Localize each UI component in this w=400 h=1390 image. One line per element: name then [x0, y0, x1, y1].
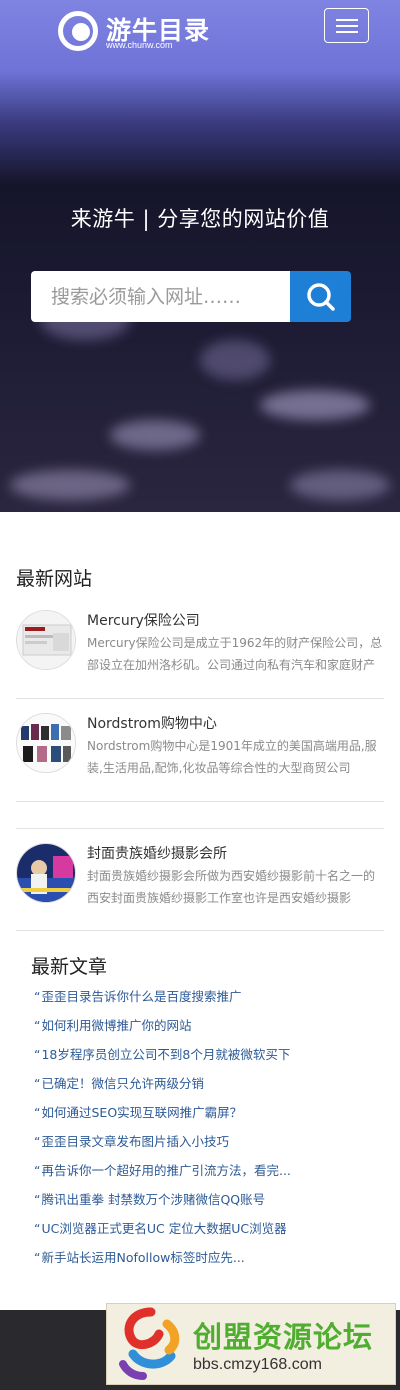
site-item[interactable]: Mercury保险公司 Mercury保险公司是成立于1962年的财产保险公司，…	[16, 610, 384, 680]
article-link[interactable]: 歪歪目录文章发布图片插入小技巧	[34, 1131, 374, 1160]
hamburger-icon-bar	[336, 19, 358, 21]
hamburger-icon-bar	[336, 31, 358, 33]
hero-glow	[110, 420, 200, 450]
divider	[16, 828, 384, 829]
hero-glow	[290, 470, 390, 500]
article-link[interactable]: 如何通过SEO实现互联网推广霸屏？	[34, 1102, 374, 1131]
search-button[interactable]	[290, 271, 351, 322]
site-thumbnail	[16, 713, 76, 773]
site-name[interactable]: Nordstrom购物中心	[87, 713, 217, 733]
article-link[interactable]: 18岁程序员创立公司不到8个月就被微软买下	[34, 1044, 374, 1073]
site-logo[interactable]: 游牛目录 www.chunw.com	[58, 9, 209, 53]
watermark-text: 创盟资源论坛	[193, 1320, 374, 1354]
hero-banner: 游牛目录 www.chunw.com 来游牛 | 分享您的网站价值	[0, 0, 400, 512]
watermark-banner: 创盟资源论坛 bbs.cmzy168.com	[106, 1303, 396, 1385]
site-item[interactable]: 封面贵族婚纱摄影会所 封面贵族婚纱摄影会所做为西安婚纱摄影前十名之一的西安封面贵…	[16, 843, 384, 913]
hero-glow	[200, 340, 270, 380]
hero-glow	[260, 390, 370, 420]
article-link[interactable]: 已确定！微信只允许两级分销	[34, 1073, 374, 1102]
search-icon	[307, 283, 335, 311]
site-thumbnail	[16, 610, 76, 670]
menu-button[interactable]	[324, 8, 369, 43]
logo-icon	[58, 11, 98, 51]
site-item[interactable]: Nordstrom购物中心 Nordstrom购物中心是1901年成立的美国高端…	[16, 713, 384, 783]
articles-title: 最新文章	[31, 956, 108, 978]
site-description: Nordstrom购物中心是1901年成立的美国高端用品,服装,生活用品,配饰,…	[87, 739, 377, 775]
divider	[16, 698, 384, 699]
search-bar	[31, 271, 351, 322]
search-input[interactable]	[31, 271, 290, 322]
watermark-url: bbs.cmzy168.com	[193, 1356, 322, 1373]
site-thumbnail	[16, 843, 76, 903]
article-link[interactable]: 歪歪目录告诉你什么是百度搜索推广	[34, 986, 374, 1015]
watermark-logo-icon	[119, 1307, 180, 1380]
article-link[interactable]: 腾讯出重拳 封禁数万个涉赌微信QQ账号	[34, 1189, 374, 1218]
article-list: 歪歪目录告诉你什么是百度搜索推广 如何利用微博推广你的网站 18岁程序员创立公司…	[34, 986, 374, 1276]
article-link[interactable]: 再告诉你一个超好用的推广引流方法，看完...	[34, 1160, 374, 1189]
site-description: 封面贵族婚纱摄影会所做为西安婚纱摄影前十名之一的西安封面贵族婚纱摄影工作室也许是…	[87, 869, 376, 905]
divider	[16, 801, 384, 802]
divider	[16, 930, 384, 931]
new-sites-title: 最新网站	[16, 568, 93, 590]
logo-subtext: www.chunw.com	[106, 40, 173, 50]
site-name[interactable]: 封面贵族婚纱摄影会所	[87, 843, 227, 863]
hero-tagline: 来游牛 | 分享您的网站价值	[70, 207, 330, 231]
site-name[interactable]: Mercury保险公司	[87, 610, 200, 630]
article-link[interactable]: 如何利用微博推广你的网站	[34, 1015, 374, 1044]
article-link[interactable]: 新手站长运用Nofollow标签时应先...	[34, 1247, 374, 1276]
site-description: Mercury保险公司是成立于1962年的财产保险公司，总部设立在加州洛杉矶。公…	[87, 636, 383, 672]
hamburger-icon-bar	[336, 25, 358, 27]
hero-glow	[10, 470, 130, 500]
article-link[interactable]: UC浏览器正式更名UC 定位大数据UC浏览器	[34, 1218, 374, 1247]
